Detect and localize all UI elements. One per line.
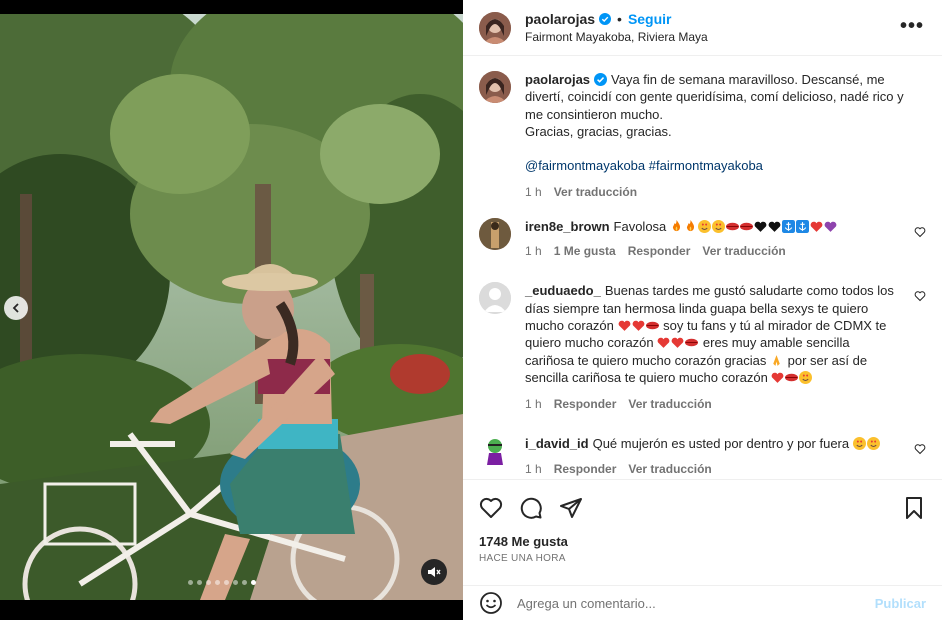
caption-translate-link[interactable]: Ver traducción: [554, 184, 637, 201]
mute-button[interactable]: [421, 559, 447, 585]
lips-emoji-icon: [645, 321, 659, 330]
carousel-dot: [206, 580, 211, 585]
caption-tags[interactable]: @fairmontmayakoba #fairmontmayakoba: [525, 157, 915, 174]
comment-time[interactable]: 1 h: [525, 243, 542, 260]
commenter-avatar[interactable]: [479, 217, 511, 250]
author-avatar[interactable]: [479, 11, 511, 44]
like-comment-heart-icon[interactable]: [914, 443, 926, 455]
heart-eyes-emoji-icon: [866, 437, 880, 451]
post-caption: paolarojas Vaya fin de semana maravilloso…: [479, 71, 926, 202]
carousel-dot: [233, 580, 238, 585]
carousel-indicator: [188, 580, 256, 585]
chevron-left-icon: [12, 303, 19, 313]
avatar-image: [479, 71, 511, 103]
red-heart-emoji-icon: [810, 221, 823, 232]
carousel-dot-active: [251, 580, 256, 585]
anchor-emoji-icon: [795, 219, 809, 233]
post-actions: 1748 Me gusta Hace una hora: [463, 479, 942, 585]
reply-button[interactable]: Responder: [554, 396, 617, 413]
verified-badge-icon: [594, 73, 608, 86]
avatar-image: [479, 217, 511, 250]
comment-item: _euduaedo_ Buenas tardes me gustó saludar…: [479, 282, 926, 413]
comments-list: paolarojas Vaya fin de semana maravilloso…: [463, 57, 942, 479]
caption-username[interactable]: paolarojas: [525, 72, 590, 87]
save-bookmark-icon[interactable]: [902, 496, 926, 520]
caption-text-line2: Gracias, gracias, gracias.: [525, 123, 672, 139]
lips-emoji-icon: [725, 222, 739, 231]
comment-text: Favolosa: [613, 218, 667, 234]
red-heart-emoji-icon: [772, 372, 784, 383]
translate-link[interactable]: Ver traducción: [702, 243, 785, 260]
comment-item: iren8e_brown Favolosa 1 h 1 Me gusta Resp…: [479, 217, 926, 261]
black-heart-emoji-icon: [768, 221, 781, 232]
comment-input[interactable]: Agrega un comentario...: [517, 596, 875, 611]
translate-link[interactable]: Ver traducción: [628, 461, 711, 478]
post-timestamp[interactable]: Hace una hora: [479, 553, 926, 564]
lips-emoji-icon: [739, 222, 753, 231]
red-heart-emoji-icon: [632, 320, 644, 331]
red-heart-emoji-icon: [657, 337, 670, 349]
default-avatar-icon: [479, 282, 511, 315]
heart-eyes-emoji-icon: [852, 437, 866, 451]
instagram-post-modal: paolarojas • Seguir Fairmont Mayakoba, R…: [0, 0, 942, 620]
like-comment-heart-icon[interactable]: [914, 226, 926, 238]
carousel-dot: [242, 580, 247, 585]
carousel-dot: [188, 580, 193, 585]
more-options-icon[interactable]: •••: [900, 16, 924, 36]
reply-button[interactable]: Responder: [554, 461, 617, 478]
post-header: paolarojas • Seguir Fairmont Mayakoba, R…: [463, 0, 942, 56]
post-sidebar: paolarojas • Seguir Fairmont Mayakoba, R…: [463, 0, 942, 620]
carousel-prev-button[interactable]: [4, 296, 28, 320]
heart-eyes-emoji-icon: [697, 219, 711, 233]
avatar-image: [479, 11, 511, 44]
muted-speaker-icon: [428, 567, 441, 577]
comment-bubble-icon[interactable]: [519, 496, 543, 520]
anchor-emoji-icon: [781, 219, 795, 233]
author-username[interactable]: paolarojas: [525, 11, 595, 27]
commenter-avatar[interactable]: [479, 282, 511, 315]
comment-username[interactable]: iren8e_brown: [525, 219, 610, 234]
caption-time[interactable]: 1 h: [525, 184, 542, 201]
publish-button[interactable]: Publicar: [875, 596, 926, 611]
verified-badge-icon: [599, 13, 612, 25]
praying-hands-emoji-icon: [773, 354, 780, 366]
red-heart-emoji-icon: [671, 337, 684, 349]
comment-username[interactable]: i_david_id: [525, 436, 589, 451]
comment-item: i_david_id Qué mujerón es usted por dentr…: [479, 435, 926, 478]
likes-count[interactable]: 1748 Me gusta: [479, 534, 926, 549]
carousel-dot: [224, 580, 229, 585]
comment-time[interactable]: 1 h: [525, 461, 542, 478]
avatar-image: [479, 435, 511, 468]
black-heart-emoji-icon: [754, 221, 767, 232]
fire-emoji-icon: [672, 219, 680, 231]
header-separator: •: [617, 11, 622, 27]
lips-emoji-icon: [685, 338, 699, 347]
carousel-dot: [197, 580, 202, 585]
heart-eyes-emoji-icon: [799, 370, 813, 384]
follow-button[interactable]: Seguir: [628, 11, 672, 27]
purple-heart-emoji-icon: [824, 221, 837, 232]
commenter-avatar[interactable]: [479, 435, 511, 468]
post-photo: [0, 14, 463, 600]
emoji-picker-icon[interactable]: [479, 591, 503, 615]
reply-button[interactable]: Responder: [628, 243, 691, 260]
like-heart-icon[interactable]: [479, 496, 503, 520]
translate-link[interactable]: Ver traducción: [628, 396, 711, 413]
comment-time[interactable]: 1 h: [525, 396, 542, 413]
share-send-icon[interactable]: [559, 496, 583, 520]
carousel-dot: [215, 580, 220, 585]
heart-eyes-emoji-icon: [711, 219, 725, 233]
post-media[interactable]: [0, 14, 463, 600]
add-comment-bar: Agrega un comentario... Publicar: [463, 585, 942, 620]
comment-username[interactable]: _euduaedo_: [525, 283, 601, 298]
like-comment-heart-icon[interactable]: [914, 290, 926, 302]
fire-emoji-icon: [686, 219, 694, 231]
caption-author-avatar[interactable]: [479, 71, 511, 103]
lips-emoji-icon: [785, 373, 799, 382]
post-location[interactable]: Fairmont Mayakoba, Riviera Maya: [525, 30, 708, 44]
comment-text: Qué mujerón es usted por dentro y por fu…: [592, 436, 850, 452]
red-heart-emoji-icon: [618, 320, 630, 331]
comment-likes[interactable]: 1 Me gusta: [554, 243, 616, 260]
